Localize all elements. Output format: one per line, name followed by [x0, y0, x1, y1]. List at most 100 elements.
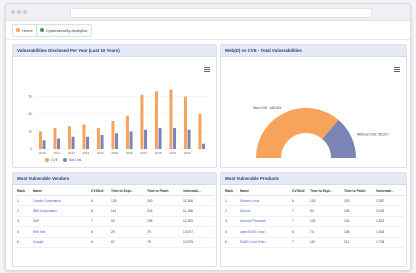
x-tick-label: 2020: [184, 151, 191, 155]
table-cell: 94: [308, 205, 342, 217]
bar-not-link[interactable]: [115, 133, 119, 149]
tab-label: Cybersecurity Analytics: [46, 28, 88, 33]
bar-not-link[interactable]: [158, 128, 162, 149]
bar-cve[interactable]: [154, 91, 158, 149]
bar-not-link[interactable]: [173, 128, 177, 149]
row-name-link[interactable]: Oracle Corporation: [31, 195, 89, 207]
bar-not-link[interactable]: [129, 131, 133, 150]
bar-cve[interactable]: [111, 121, 115, 149]
row-name-link[interactable]: SAP: [31, 216, 89, 228]
table-cell: 87: [109, 237, 145, 248]
table-cell: 4: [223, 226, 238, 238]
column-header[interactable]: Vulnerabi...: [181, 186, 214, 196]
bar-cve[interactable]: [53, 128, 57, 149]
analytics-tab-icon: [40, 28, 44, 32]
table-cell: 7: [89, 216, 109, 228]
row-name-link[interactable]: Debian Linux: [238, 195, 290, 207]
table-row[interactable]: 2 IBM Corporation 6 114 216 11,186: [15, 205, 214, 217]
table-row[interactable]: 4 openSUSE Leap 6 70 136 1,633: [223, 226, 404, 238]
window-dot-icon[interactable]: [11, 10, 15, 14]
window-dot-icon[interactable]: [17, 10, 21, 14]
x-tick-label: 2015: [111, 151, 118, 155]
bar-chart: 0 1k 2k 3k 2010 2011 2012 2013 2014 2015 2016 2017 2…: [28, 89, 209, 155]
table-cell: 5: [223, 237, 238, 248]
slice-label: Without CVE: 55,017: [357, 132, 389, 136]
table-row[interactable]: 5 Google 6 87 75 10,575: [15, 237, 214, 248]
column-header[interactable]: Rank: [15, 186, 31, 196]
row-name-link[interactable]: Android Firmware: [238, 216, 290, 228]
column-header[interactable]: Time to Expl...: [109, 186, 145, 196]
column-header[interactable]: CVSSv2: [290, 186, 308, 196]
table-row[interactable]: 4 Red Hat 6 25 75 10,677: [15, 226, 214, 238]
table-cell: 6: [89, 226, 109, 238]
row-name-link[interactable]: Ubuntu: [238, 205, 290, 217]
bar-not-link[interactable]: [100, 135, 104, 149]
column-header[interactable]: Rank: [223, 186, 238, 196]
x-tick-label: 2014: [97, 151, 104, 155]
bar-cve[interactable]: [183, 96, 187, 150]
bar-not-link[interactable]: [144, 129, 148, 149]
table-cell: 7: [290, 237, 308, 248]
bar-cve[interactable]: [198, 114, 202, 149]
donut-slice[interactable]: [256, 107, 339, 158]
row-name-link[interactable]: Google: [31, 237, 89, 248]
bar-not-link[interactable]: [187, 129, 191, 149]
row-name-link[interactable]: openSUSE Leap: [238, 226, 290, 238]
table-cell: 25: [109, 226, 145, 238]
bar-cve[interactable]: [82, 124, 86, 150]
bar-not-link[interactable]: [57, 138, 61, 150]
row-name-link[interactable]: IBM Corporation: [31, 205, 89, 217]
table-row[interactable]: 5 SuSE Linux Ente... 7 110 211 1,708: [223, 237, 404, 248]
tab-cybersecurity-analytics[interactable]: Cybersecurity Analytics: [36, 24, 93, 37]
table-cell: 5: [15, 237, 31, 248]
table-cell: 6: [290, 195, 308, 207]
table-row[interactable]: 3 Android Firmware 7 102 100 1,822: [223, 216, 404, 228]
most-vulnerable-vendors-panel: Most Vulnerable Vendors Rank Name CVSSv2…: [12, 172, 217, 267]
row-name-link[interactable]: Red Hat: [31, 226, 89, 238]
table-cell: 2,057: [374, 195, 404, 207]
bar-cve[interactable]: [169, 89, 173, 150]
table-cell: 10,575: [181, 237, 214, 248]
bar-cve[interactable]: [125, 115, 129, 149]
bar-cve[interactable]: [38, 131, 42, 150]
address-bar[interactable]: [70, 8, 372, 18]
most-vulnerable-products-panel: Most Vulnerable Products Rank Name CVSSv…: [220, 172, 407, 267]
table-cell: 2,018: [374, 205, 404, 217]
column-header[interactable]: Name: [238, 186, 290, 196]
x-tick-label: 2016: [126, 151, 133, 155]
bar-cve[interactable]: [140, 94, 144, 149]
bar-cve[interactable]: [96, 128, 100, 149]
table-row[interactable]: 1 Oracle Corporation 6 129 240 11,308: [15, 195, 214, 207]
bar-not-link[interactable]: [86, 136, 90, 149]
table-cell: 100: [342, 216, 374, 228]
bar-not-link[interactable]: [202, 143, 206, 149]
dashboard-tabs: Home Cybersecurity Analytics: [6, 21, 410, 40]
row-name-link[interactable]: SuSE Linux Ente...: [238, 237, 290, 248]
window-dot-icon[interactable]: [23, 10, 27, 14]
column-header[interactable]: CVSSv2: [89, 186, 109, 196]
table-cell: 3: [15, 216, 31, 228]
vendors-table: Rank Name CVSSv2 Time to Expl... Time to…: [15, 186, 214, 248]
bar-not-link[interactable]: [42, 140, 46, 149]
column-header[interactable]: Vulnerabi...: [374, 186, 404, 196]
bar-cve[interactable]: [67, 126, 71, 149]
table-cell: 75: [145, 237, 181, 248]
table-cell: 11,283: [181, 216, 214, 228]
y-tick-label: 2k: [28, 112, 32, 116]
x-tick-label: 2019: [169, 151, 176, 155]
table-row[interactable]: 2 Ubuntu 7 94 128 2,018: [223, 205, 404, 217]
table-row[interactable]: 3 SAP 7 93 155 11,283: [15, 216, 214, 228]
table-cell: 3: [223, 216, 238, 228]
panel-title: Most Vulnerable Vendors: [13, 173, 216, 185]
table-cell: 110: [308, 237, 342, 248]
x-tick-label: 2011: [54, 151, 61, 155]
tab-home[interactable]: Home: [12, 24, 38, 37]
column-header[interactable]: Time to Patch: [342, 186, 374, 196]
column-header[interactable]: Name: [31, 186, 89, 196]
column-header[interactable]: Time to Patch: [145, 186, 181, 196]
table-row[interactable]: 1 Debian Linux 6 102 100 2,057: [223, 195, 404, 207]
bar-not-link[interactable]: [71, 136, 75, 149]
table-cell: 102: [308, 195, 342, 207]
table-cell: 129: [109, 195, 145, 207]
column-header[interactable]: Time to Expl...: [308, 186, 342, 196]
